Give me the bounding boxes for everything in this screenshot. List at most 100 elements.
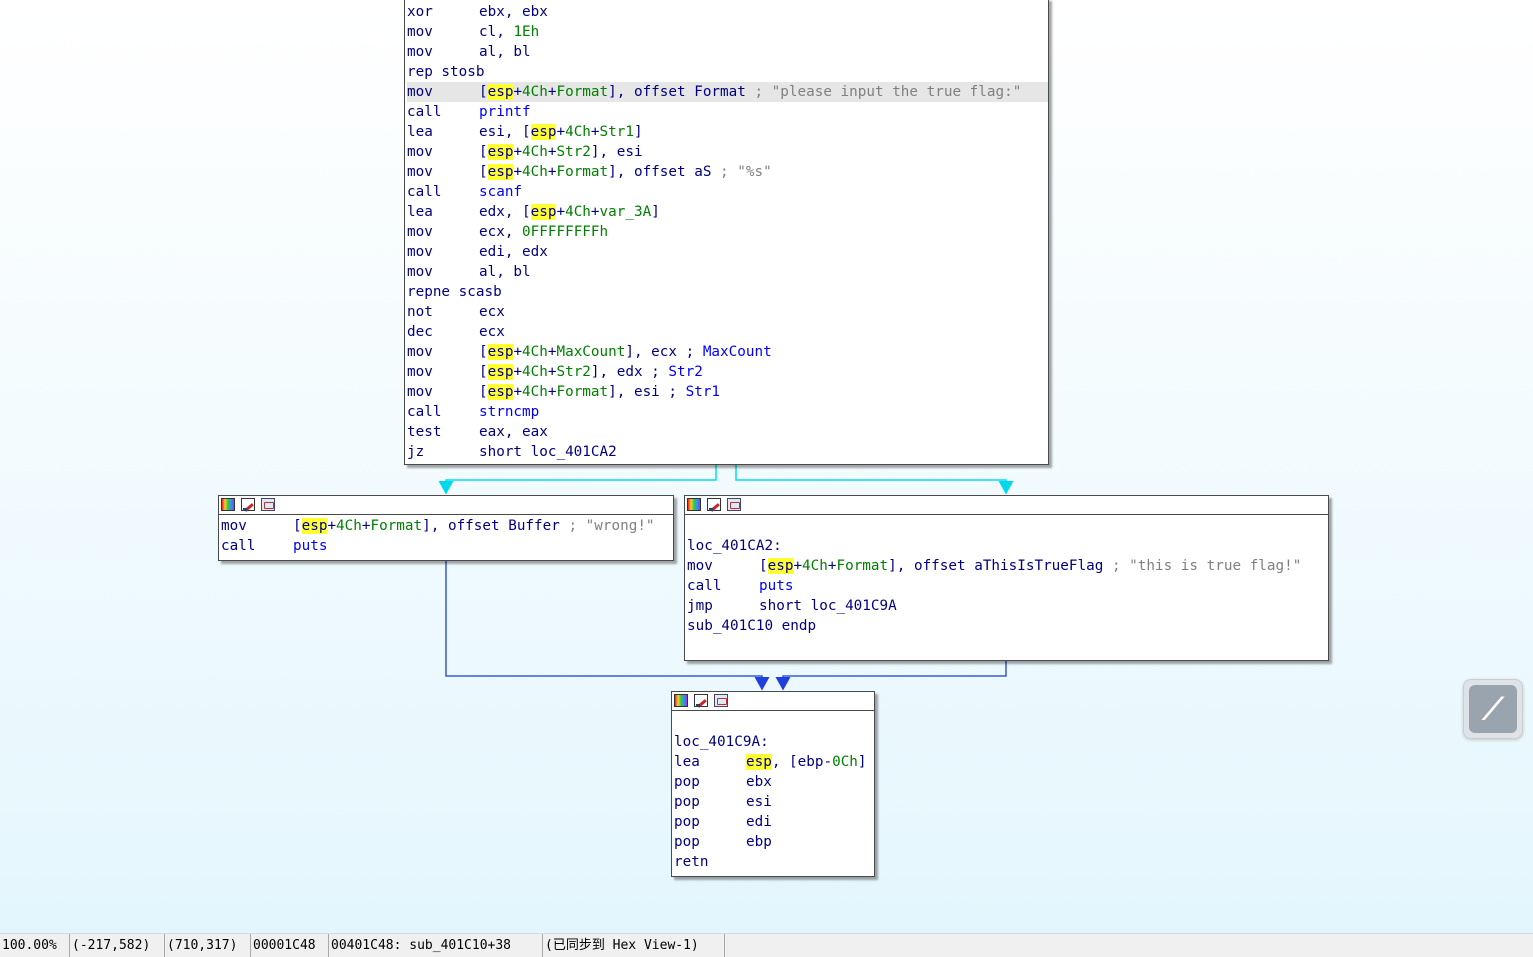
mnemonic: mov [407, 264, 433, 280]
code-label[interactable]: sub_401C10 endp [687, 616, 1328, 636]
instruction-line[interactable]: mov [esp+4Ch+Format], offset Buffer ; "wr… [221, 516, 673, 536]
operand-reg: , [ebp- [771, 754, 833, 770]
instruction-line[interactable]: mov al, bl [407, 42, 1048, 62]
operand-reg: ] [651, 204, 660, 220]
instruction-line[interactable]: call puts [221, 536, 673, 556]
instruction-line[interactable]: lea edx, [esp+4Ch+var_3A] [407, 202, 1048, 222]
edit-pencil-icon[interactable] [241, 498, 255, 511]
mnemonic: mov [407, 224, 433, 240]
operand-reg: al, bl [479, 44, 531, 60]
instruction-line[interactable]: not ecx [407, 302, 1048, 322]
operand-nm: Str2 [556, 364, 591, 380]
operand-reg: + [513, 344, 523, 360]
code-label[interactable]: loc_401CA2: [687, 536, 1328, 556]
operand-reg: [ [479, 144, 488, 160]
mnemonic: dec [407, 324, 433, 340]
instruction-line[interactable]: repne scasb [407, 282, 1048, 302]
mnemonic: jmp [687, 598, 713, 614]
slash-logo-icon: ⟋ [1469, 685, 1517, 733]
edit-pencil-icon[interactable] [694, 694, 708, 707]
true-flag-code-block[interactable]: loc_401CA2: mov [esp+4Ch+Format], offset a… [684, 495, 1329, 661]
instruction-line[interactable]: mov cl, 1Eh [407, 22, 1048, 42]
mnemonic: mov [407, 144, 433, 160]
instruction-line[interactable]: mov [esp+4Ch+Str2], edx ; Str2 [407, 362, 1048, 382]
operand-hl: esp [487, 164, 514, 180]
operand-reg: [ [479, 344, 488, 360]
mnemonic: mov [407, 364, 433, 380]
instruction-line[interactable]: jmp short loc_401C9A [687, 596, 1328, 616]
operand-nm: 4Ch [522, 384, 548, 400]
instruction-line[interactable]: rep stosb [407, 62, 1048, 82]
mnemonic: lea [407, 124, 433, 140]
graph-view-icon[interactable] [714, 694, 728, 707]
instruction-line[interactable]: mov [esp+4Ch+Str2], esi [407, 142, 1048, 162]
status-address: 00401C48: sub_401C10+38 [329, 934, 543, 957]
edit-pencil-icon[interactable] [707, 498, 721, 511]
instruction-line[interactable]: pop ebp [674, 832, 874, 852]
instruction-line[interactable]: mov [esp+4Ch+MaxCount], ecx ; MaxCount [407, 342, 1048, 362]
instruction-line[interactable]: call strncmp [407, 402, 1048, 422]
instruction-line[interactable]: mov [esp+4Ch+Format], esi ; Str1 [407, 382, 1048, 402]
operand-nm: 4Ch [336, 518, 362, 534]
instruction-line[interactable]: mov edi, edx [407, 242, 1048, 262]
color-palette-icon[interactable] [674, 694, 688, 707]
instruction-line[interactable]: pop edi [674, 812, 874, 832]
graph-view-icon[interactable] [261, 498, 275, 511]
operand-reg: esi, [ [479, 124, 531, 140]
operand-fn: scanf [479, 184, 523, 200]
operand-cmt: ; "this is true flag!" [1111, 558, 1302, 574]
instruction-line[interactable]: mov [esp+4Ch+Format], offset Format ; "pl… [407, 82, 1048, 102]
end-code-block[interactable]: loc_401C9A: lea esp, [ebp-0Ch] pop ebx pop esi… [671, 691, 875, 877]
instruction-line[interactable]: dec ecx [407, 322, 1048, 342]
operand-reg: ], offset aThisIsTrueFlag [888, 558, 1112, 574]
wrong-code-body: mov [esp+4Ch+Format], offset Buffer ; "wr… [219, 515, 673, 556]
operand-reg: short loc_401CA2 [479, 444, 617, 460]
node-header [219, 496, 673, 515]
instruction-line[interactable]: mov [esp+4Ch+Format], offset aS ; "%s" [407, 162, 1048, 182]
operand-reg: ecx [479, 324, 505, 340]
operand-hl: esp [767, 558, 794, 574]
instruction-line[interactable] [687, 516, 1328, 536]
operand-reg: [ [759, 558, 768, 574]
operand-reg: ebx, ebx [479, 4, 548, 20]
instruction-line[interactable]: call printf [407, 102, 1048, 122]
label-text: loc_401CA2: [687, 538, 782, 554]
color-palette-icon[interactable] [221, 498, 235, 511]
mnemonic: xor [407, 4, 433, 20]
operand-fn: puts [759, 578, 794, 594]
mnemonic: pop [674, 834, 700, 850]
mnemonic: pop [674, 774, 700, 790]
wrong-code-block[interactable]: mov [esp+4Ch+Format], offset Buffer ; "wr… [218, 495, 674, 561]
instruction-line[interactable] [674, 712, 874, 732]
mnemonic: test [407, 424, 442, 440]
operand-reg: + [513, 84, 523, 100]
operand-reg: eax, eax [479, 424, 548, 440]
code-label[interactable]: loc_401C9A: [674, 732, 874, 752]
instruction-line[interactable]: jz short loc_401CA2 [407, 442, 1048, 462]
instruction-line[interactable]: mov al, bl [407, 262, 1048, 282]
color-palette-icon[interactable] [687, 498, 701, 511]
operand-reg: + [513, 384, 523, 400]
instruction-line[interactable]: lea esi, [esp+4Ch+Str1] [407, 122, 1048, 142]
instruction-line[interactable]: call puts [687, 576, 1328, 596]
instruction-line[interactable]: pop ebx [674, 772, 874, 792]
instruction-line[interactable]: lea esp, [ebp-0Ch] [674, 752, 874, 772]
instruction-line[interactable]: test eax, eax [407, 422, 1048, 442]
main-code-block[interactable]: xor ebx, ebx mov cl, 1Eh mov al, bl rep stosb m… [404, 0, 1049, 465]
instruction-line[interactable]: pop esi [674, 792, 874, 812]
floating-assistant-button[interactable]: ⟋ [1463, 679, 1523, 739]
node-header [685, 496, 1328, 515]
operand-nm: Format [556, 384, 609, 400]
main-code-body: xor ebx, ebx mov cl, 1Eh mov al, bl rep stosb m… [405, 0, 1048, 462]
instruction-line[interactable]: retn [674, 852, 874, 872]
operand-reg: edx, [ [479, 204, 531, 220]
instruction-line[interactable]: call scanf [407, 182, 1048, 202]
instruction-line[interactable]: mov ecx, 0FFFFFFFFh [407, 222, 1048, 242]
graph-view-icon[interactable] [727, 498, 741, 511]
edge-false-branch [438, 465, 717, 495]
instruction-line[interactable]: xor ebx, ebx [407, 2, 1048, 22]
operand-num: 0Ch [832, 754, 858, 770]
operand-reg: ] [633, 124, 643, 140]
operand-nm: Format [556, 84, 609, 100]
instruction-line[interactable]: mov [esp+4Ch+Format], offset aThisIsTrueF… [687, 556, 1328, 576]
